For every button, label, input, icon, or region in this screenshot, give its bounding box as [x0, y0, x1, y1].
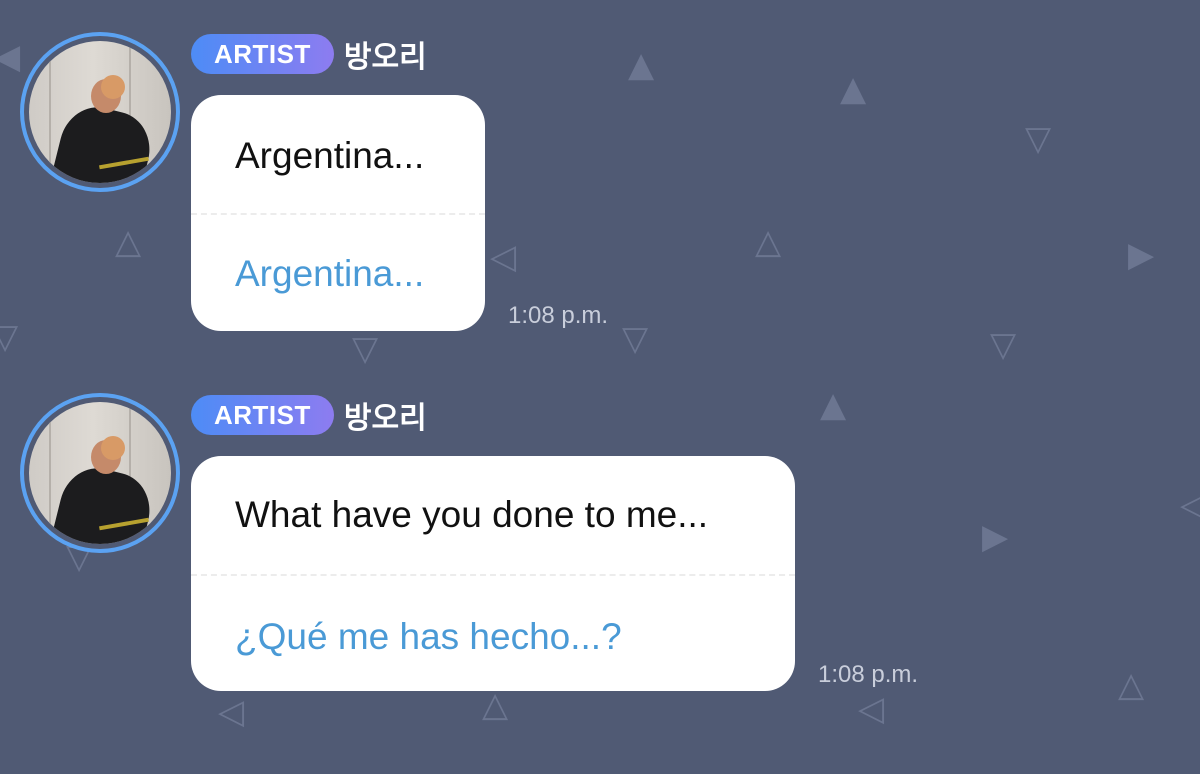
- artist-badge: ARTIST: [191, 34, 334, 74]
- avatar[interactable]: [20, 32, 180, 192]
- divider: [191, 213, 485, 215]
- chat-message: ARTIST 방오리 What have you done to me... ¿…: [0, 393, 1200, 693]
- message-time: 1:08 p.m.: [818, 661, 919, 688]
- triangle-pattern-icon: ▽: [352, 329, 379, 369]
- message-time: 1:08 p.m.: [508, 302, 609, 329]
- original-text: Argentina...: [235, 135, 425, 176]
- sender-name[interactable]: 방오리: [344, 32, 427, 76]
- triangle-pattern-icon: ▽: [990, 325, 1017, 365]
- avatar[interactable]: [20, 393, 180, 553]
- translated-text: ¿Qué me has hecho...?: [235, 616, 622, 657]
- triangle-pattern-icon: ◁: [858, 689, 885, 729]
- avatar-photo: [29, 41, 171, 183]
- message-bubble[interactable]: Argentina... Argentina...: [191, 95, 485, 331]
- chat-message: ARTIST 방오리 Argentina... Argentina... 1:0…: [0, 32, 1200, 332]
- sender-row: ARTIST 방오리: [191, 393, 427, 437]
- original-text: What have you done to me...: [235, 494, 709, 535]
- message-bubble[interactable]: What have you done to me... ¿Qué me has …: [191, 456, 795, 691]
- sender-name[interactable]: 방오리: [344, 393, 427, 437]
- divider: [191, 574, 795, 576]
- triangle-pattern-icon: ◁: [218, 692, 245, 732]
- sender-row: ARTIST 방오리: [191, 32, 427, 76]
- avatar-photo: [29, 402, 171, 544]
- translated-text: Argentina...: [235, 253, 425, 294]
- artist-badge: ARTIST: [191, 395, 334, 435]
- triangle-pattern-icon: △: [482, 685, 509, 725]
